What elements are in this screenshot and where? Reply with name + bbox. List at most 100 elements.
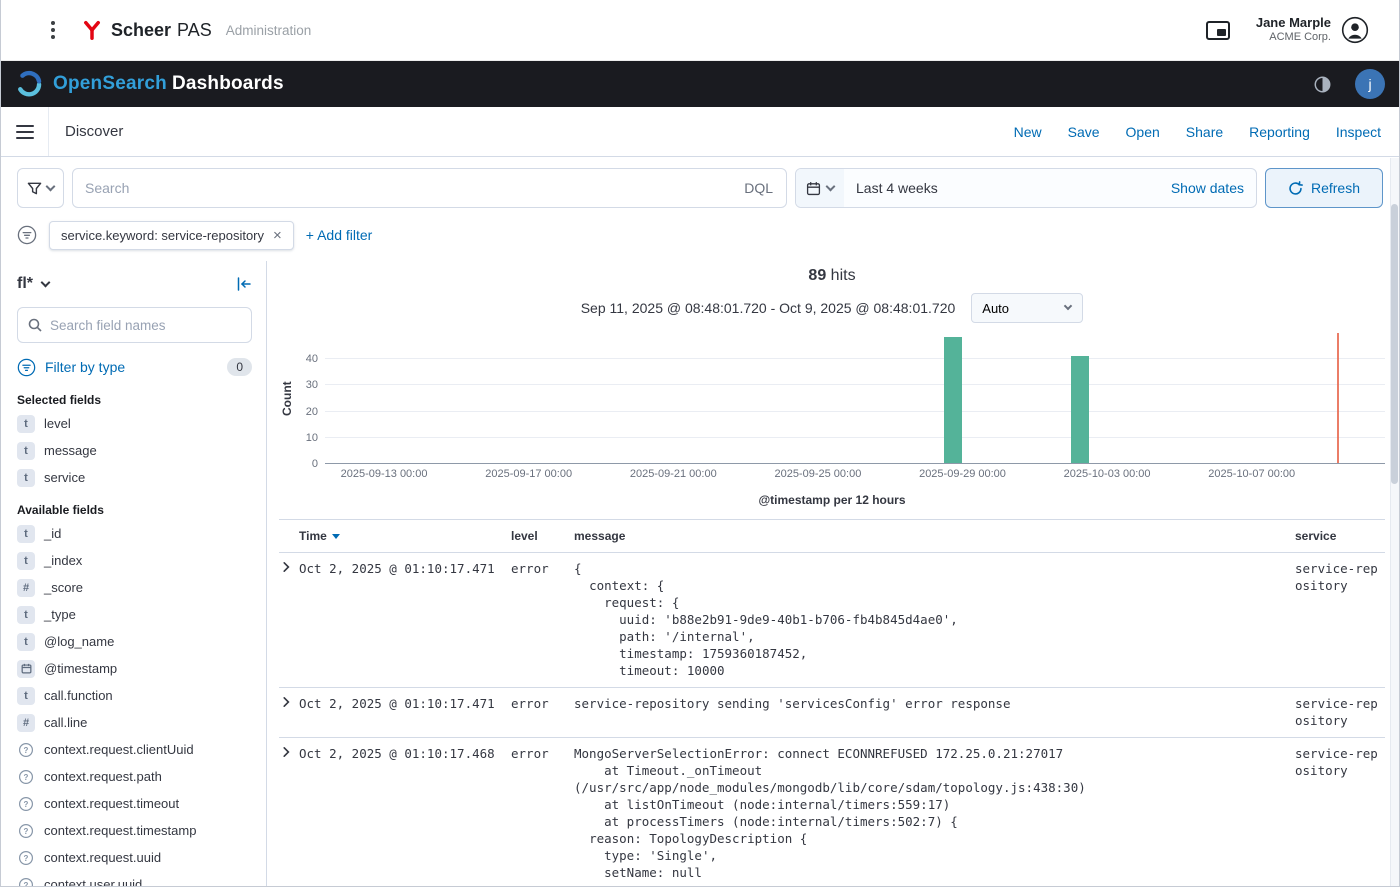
gridline — [325, 411, 1385, 412]
x-tick-label: 2025-09-29 00:00 — [919, 468, 1006, 480]
show-dates-button[interactable]: Show dates — [1159, 180, 1256, 196]
histogram-bar[interactable] — [1071, 356, 1089, 463]
filter-by-type-button[interactable]: Filter by type 0 — [17, 353, 252, 381]
add-filter-button[interactable]: + Add filter — [306, 227, 373, 243]
filter-circle-icon — [17, 358, 36, 377]
field-item[interactable]: t _type — [17, 601, 252, 628]
field-type-text-icon: t — [17, 415, 35, 433]
gridline — [325, 463, 1385, 464]
cell-message: MongoServerSelectionError: connect ECONN… — [574, 745, 1295, 881]
refresh-label: Refresh — [1311, 180, 1360, 196]
date-picker: Last 4 weeks Show dates — [795, 168, 1257, 208]
field-type-date-icon — [17, 660, 35, 678]
date-quick-select-button[interactable] — [796, 169, 844, 207]
vertical-scrollbar[interactable] — [1390, 158, 1399, 886]
table-row: Oct 2, 2025 @ 01:10:17.471 error service… — [279, 688, 1385, 738]
hits-count: 89 — [808, 267, 826, 284]
field-item[interactable]: ? context.request.path — [17, 763, 252, 790]
scrollbar-thumb[interactable] — [1391, 204, 1398, 484]
nav-menu-button[interactable] — [1, 107, 49, 156]
expand-document-button[interactable] — [280, 560, 292, 573]
field-item[interactable]: t _index — [17, 547, 252, 574]
column-header-service[interactable]: service — [1295, 529, 1385, 543]
query-bar: DQL Last 4 weeks Show dates Refresh — [1, 157, 1399, 219]
sort-desc-icon[interactable] — [332, 534, 340, 543]
selected-fields-header: Selected fields — [17, 393, 252, 407]
refresh-icon — [1288, 181, 1303, 196]
field-type-number-icon: # — [17, 714, 35, 732]
documents-table: Time level message service Oct 2, 2025 @… — [279, 519, 1385, 886]
field-type-unknown-icon: ? — [17, 876, 35, 887]
filter-pill[interactable]: service.keyword: service-repository × — [49, 221, 294, 250]
field-item[interactable]: t message — [17, 437, 252, 464]
fields-sidebar: fl* Filter by type 0 Selec — [1, 261, 267, 886]
filter-options-icon[interactable] — [17, 225, 37, 245]
field-item[interactable]: t _id — [17, 520, 252, 547]
nav-action-save[interactable]: Save — [1068, 124, 1100, 140]
nav-action-new[interactable]: New — [1014, 124, 1042, 140]
field-item[interactable]: @timestamp — [17, 655, 252, 682]
app-section-label: Administration — [226, 23, 312, 38]
nav-action-share[interactable]: Share — [1186, 124, 1223, 140]
interval-select[interactable]: Auto — [971, 293, 1083, 323]
gridline — [325, 437, 1385, 438]
histogram-plot — [325, 333, 1385, 464]
field-search-input[interactable] — [50, 318, 241, 333]
field-item[interactable]: t call.function — [17, 682, 252, 709]
field-item[interactable]: t level — [17, 410, 252, 437]
table-header-row: Time level message service — [279, 519, 1385, 553]
field-item[interactable]: ? context.request.clientUuid — [17, 736, 252, 763]
field-item[interactable]: ? context.request.uuid — [17, 844, 252, 871]
svg-text:?: ? — [24, 854, 29, 863]
field-type-text-icon: t — [17, 606, 35, 624]
column-header-time[interactable]: Time — [299, 529, 327, 543]
x-tick-label: 2025-09-13 00:00 — [341, 468, 428, 480]
field-item[interactable]: t service — [17, 464, 252, 491]
user-avatar-icon[interactable] — [1341, 16, 1369, 44]
column-header-level[interactable]: level — [511, 529, 574, 543]
histogram-bar[interactable] — [944, 337, 962, 463]
nav-action-reporting[interactable]: Reporting — [1249, 124, 1310, 140]
cell-level: error — [511, 695, 574, 729]
field-item[interactable]: ? context.request.timestamp — [17, 817, 252, 844]
field-item[interactable]: ? context.request.timeout — [17, 790, 252, 817]
window-overlay-icon[interactable] — [1206, 21, 1230, 40]
search-box: DQL — [72, 168, 787, 208]
saved-query-menu-button[interactable] — [17, 168, 64, 208]
field-item[interactable]: # _score — [17, 574, 252, 601]
app-menu-icon[interactable] — [51, 21, 55, 39]
query-language-button[interactable]: DQL — [731, 169, 786, 207]
field-type-text-icon: t — [17, 552, 35, 570]
collapse-sidebar-icon[interactable] — [236, 276, 252, 292]
cell-time: Oct 2, 2025 @ 01:10:17.471 — [299, 560, 511, 679]
nav-action-inspect[interactable]: Inspect — [1336, 124, 1381, 140]
remove-filter-icon[interactable]: × — [273, 228, 282, 243]
nav-action-open[interactable]: Open — [1126, 124, 1160, 140]
theme-toggle-icon[interactable] — [1314, 76, 1331, 93]
chevron-down-icon — [1064, 302, 1072, 310]
svg-text:?: ? — [24, 773, 29, 782]
search-input[interactable] — [73, 180, 731, 196]
brand-suffix: PAS — [177, 20, 212, 41]
user-name: Jane Marple — [1256, 15, 1331, 31]
x-axis-ticks: 2025-09-13 00:002025-09-17 00:002025-09-… — [325, 467, 1385, 483]
field-type-unknown-icon: ? — [17, 741, 35, 759]
y-tick-label: 0 — [312, 458, 318, 470]
filter-funnel-icon — [27, 181, 42, 196]
date-range-value[interactable]: Last 4 weeks — [844, 180, 1159, 196]
field-type-unknown-icon: ? — [17, 822, 35, 840]
hits-label: hits — [831, 267, 856, 284]
svg-text:?: ? — [24, 746, 29, 755]
index-pattern-selector[interactable]: fl* — [17, 275, 49, 293]
field-item[interactable]: ? context.user.uuid — [17, 871, 252, 886]
expand-document-button[interactable] — [280, 745, 292, 758]
user-avatar-badge[interactable]: j — [1355, 69, 1385, 99]
field-item[interactable]: # call.line — [17, 709, 252, 736]
field-type-text-icon: t — [17, 442, 35, 460]
refresh-button[interactable]: Refresh — [1265, 168, 1383, 208]
y-tick-label: 30 — [306, 379, 318, 391]
column-header-message[interactable]: message — [574, 529, 1295, 543]
expand-document-button[interactable] — [280, 695, 292, 708]
osd-product-suffix: Dashboards — [172, 73, 284, 94]
field-item[interactable]: t @log_name — [17, 628, 252, 655]
